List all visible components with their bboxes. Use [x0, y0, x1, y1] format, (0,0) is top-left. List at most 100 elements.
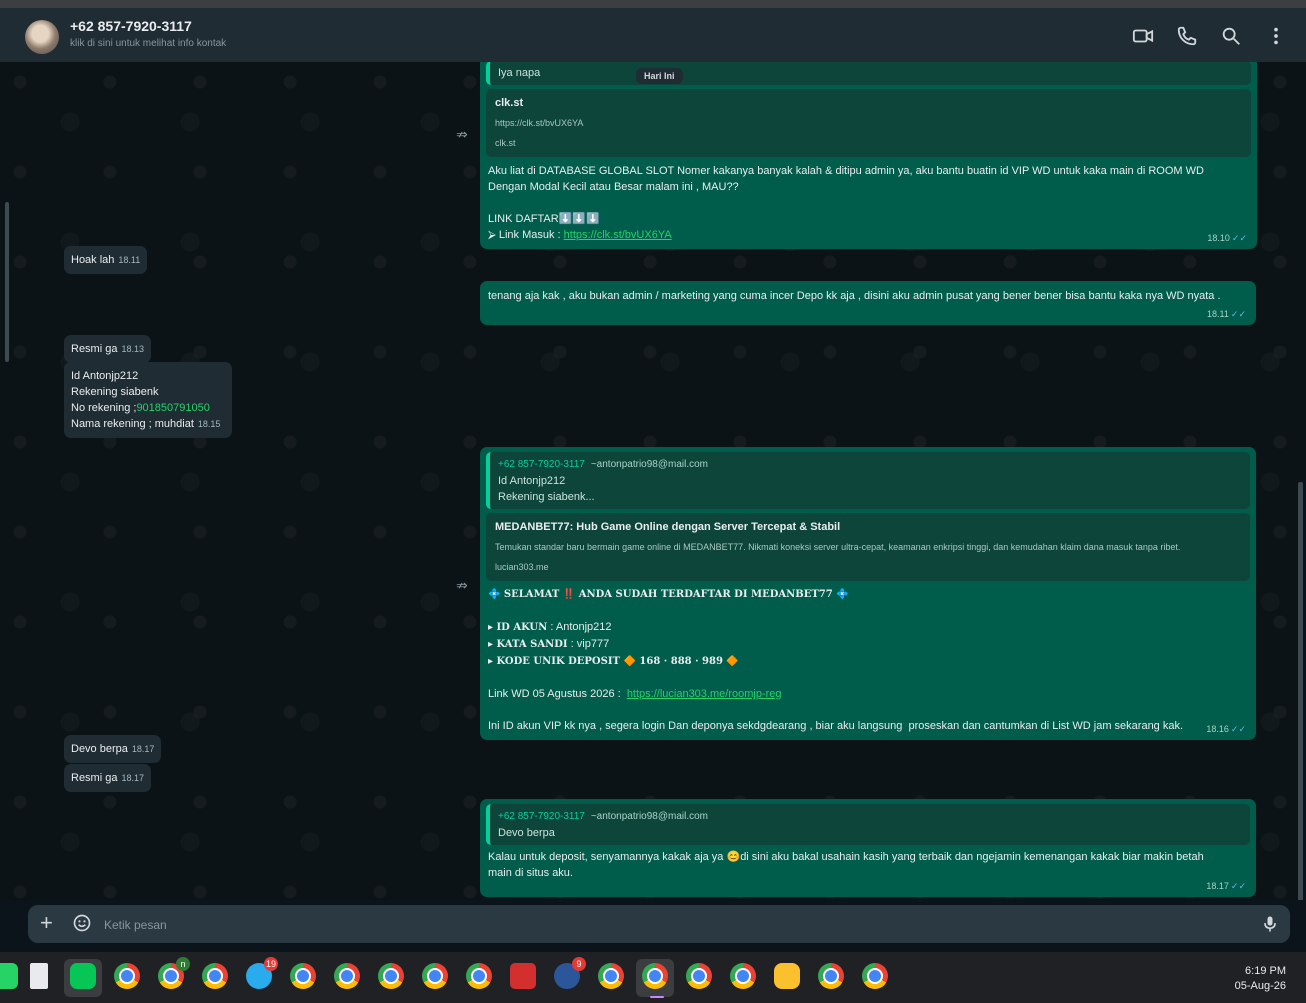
message-incoming[interactable]: Id Antonjp212 Rekening siabenk No rekeni…: [64, 362, 232, 438]
quoted-sender-alias: ~antonpatrio98@mail.com: [590, 459, 709, 470]
link-preview-description: Temukan standar baru bermain game online…: [495, 542, 1181, 552]
chrome-app-icon[interactable]: [378, 963, 404, 989]
link-preview-url: https://clk.st/bvUX6YA: [495, 118, 584, 128]
notification-badge: 9: [572, 957, 586, 971]
message-link[interactable]: https://clk.st/bvUX6YA: [564, 229, 672, 241]
message-text: Devo berpa: [71, 743, 128, 755]
message-incoming[interactable]: Hoak lah 18.11: [64, 246, 148, 274]
forward-icon[interactable]: ⇏: [456, 126, 472, 142]
contact-avatar[interactable]: [25, 20, 59, 54]
chrome-app-icon[interactable]: [466, 963, 492, 989]
notification-badge: n: [176, 957, 190, 971]
chrome-app-icon[interactable]: [598, 963, 624, 989]
message-incoming[interactable]: Devo berpa 18.17: [64, 735, 162, 763]
message-outgoing[interactable]: +62 857-7920-3117 ~antonpatrio98@mail.com…: [480, 799, 1256, 897]
menu-icon[interactable]: [1265, 25, 1287, 47]
link-preview-domain: lucian303.me: [495, 562, 549, 572]
quoted-text: Devo berpa: [498, 827, 555, 839]
message-headline: 💠 SELAMAT ‼️ ANDA SUDAH TERDAFTAR DI MED…: [488, 589, 849, 600]
message-text: Hoak lah: [71, 254, 115, 266]
message-label: ▸ KATA SANDI: [488, 639, 568, 650]
microphone-icon[interactable]: [1260, 913, 1280, 935]
smile-emoji-icon: 😊: [726, 851, 741, 863]
notification-badge: 19: [264, 957, 278, 971]
message-outgoing[interactable]: tenang aja kak , aku bukan admin / marke…: [480, 281, 1256, 325]
read-ticks-icon: ✓✓: [1230, 881, 1246, 891]
message-text: Ini ID akun VIP kk nya , segera login Da…: [488, 720, 1184, 732]
app-icon[interactable]: 9: [554, 957, 586, 989]
message-incoming[interactable]: Resmi ga 18.13: [64, 335, 151, 363]
chrome-app-icon[interactable]: [818, 963, 844, 989]
quoted-message[interactable]: +62 857-7920-3117 ~antonpatrio98@mail.com…: [486, 452, 1250, 509]
active-indicator: [650, 996, 664, 998]
chrome-app-icon[interactable]: [730, 963, 756, 989]
chrome-app-icon[interactable]: [642, 963, 668, 989]
message-text: Id Antonjp212: [71, 370, 139, 382]
message-text: tenang aja kak , aku bukan admin / marke…: [488, 290, 1221, 302]
message-text: No rekening ;: [71, 402, 137, 414]
contact-name[interactable]: +62 857-7920-3117: [70, 18, 192, 34]
message-list[interactable]: Iya napa clk.st https://clk.st/bvUX6YA c…: [0, 62, 1306, 900]
read-ticks-icon: ✓✓: [1231, 233, 1247, 243]
chrome-app-icon[interactable]: [290, 963, 316, 989]
message-label: ▸ KODE UNIK DEPOSIT: [488, 656, 620, 667]
wps-app-icon[interactable]: [510, 963, 536, 989]
message-time: 18.10 ✓✓: [1207, 233, 1247, 243]
sticker-icon[interactable]: [72, 913, 92, 933]
voice-call-icon[interactable]: [1176, 25, 1198, 47]
message-text: Rekening siabenk: [71, 386, 159, 398]
link-preview[interactable]: clk.st https://clk.st/bvUX6YA clk.st: [486, 89, 1251, 157]
link-preview[interactable]: MEDANBET77: Hub Game Online dengan Serve…: [486, 513, 1250, 581]
app-icon[interactable]: [774, 963, 800, 989]
taskbar: n 19 9 6:19 PM 05-Aug-26: [0, 952, 1306, 1003]
chrome-app-icon[interactable]: [334, 963, 360, 989]
attach-plus-icon[interactable]: +: [40, 912, 60, 934]
message-time: 18.17 ✓✓: [1206, 881, 1246, 891]
chrome-app-icon[interactable]: n: [158, 957, 190, 989]
forward-icon[interactable]: ⇏: [456, 577, 472, 593]
message-outgoing[interactable]: +62 857-7920-3117 ~antonpatrio98@mail.com…: [480, 447, 1256, 740]
search-icon[interactable]: [1220, 25, 1242, 47]
scrollbar-left[interactable]: [5, 202, 9, 362]
message-incoming[interactable]: Resmi ga 18.17: [64, 764, 151, 792]
clock-date: 05-Aug-26: [1234, 980, 1286, 992]
telegram-app-icon[interactable]: 19: [246, 957, 278, 989]
link-preview-domain: clk.st: [495, 138, 516, 148]
chrome-app-icon[interactable]: [422, 963, 448, 989]
phone-number-link[interactable]: 901850791050: [136, 402, 209, 414]
composer-box[interactable]: +: [28, 905, 1290, 943]
message-text: Nama rekening ; muhdiat: [71, 418, 194, 430]
video-call-icon[interactable]: [1132, 25, 1154, 47]
quoted-text: Id Antonjp212: [498, 475, 566, 487]
message-input[interactable]: [102, 911, 1246, 939]
message-text: : Antonjp212: [547, 621, 612, 633]
chrome-app-icon[interactable]: [114, 963, 140, 989]
line-app-icon[interactable]: [70, 963, 96, 989]
message-link[interactable]: https://lucian303.me/roomjp-reg: [627, 688, 782, 700]
message-text: : vip777: [567, 638, 610, 650]
read-ticks-icon: ✓✓: [1230, 724, 1246, 734]
message-text: Resmi ga: [71, 343, 118, 355]
chat-header[interactable]: +62 857-7920-3117 klik di sini untuk mel…: [0, 8, 1306, 63]
contact-subtitle[interactable]: klik di sini untuk melihat info kontak: [70, 38, 226, 49]
chrome-app-icon[interactable]: [862, 963, 888, 989]
quoted-message[interactable]: +62 857-7920-3117 ~antonpatrio98@mail.com…: [486, 804, 1250, 845]
chrome-app-icon[interactable]: [686, 963, 712, 989]
scrollbar[interactable]: [1298, 482, 1303, 900]
message-time: 18.15: [197, 419, 221, 429]
quoted-message[interactable]: Iya napa: [486, 62, 1251, 85]
message-time: 18.16 ✓✓: [1206, 724, 1246, 734]
link-preview-title: MEDANBET77: Hub Game Online dengan Serve…: [495, 521, 841, 533]
whatsapp-app-icon[interactable]: [0, 963, 18, 989]
message-outgoing[interactable]: Iya napa clk.st https://clk.st/bvUX6YA c…: [480, 62, 1257, 249]
system-clock[interactable]: 6:19 PM 05-Aug-26: [1196, 964, 1286, 994]
file-app-icon[interactable]: [30, 963, 48, 989]
chrome-app-icon[interactable]: [202, 963, 228, 989]
quoted-text: Rekening siabenk...: [498, 491, 595, 503]
message-time: 18.11: [118, 255, 141, 265]
message-time: 18.17: [131, 744, 155, 754]
clock-time: 6:19 PM: [1245, 965, 1286, 977]
quoted-text: Iya napa: [498, 67, 541, 79]
read-ticks-icon: ✓✓: [1230, 309, 1246, 319]
message-text: Aku liat di DATABASE GLOBAL SLOT Nomer k…: [488, 165, 1204, 193]
